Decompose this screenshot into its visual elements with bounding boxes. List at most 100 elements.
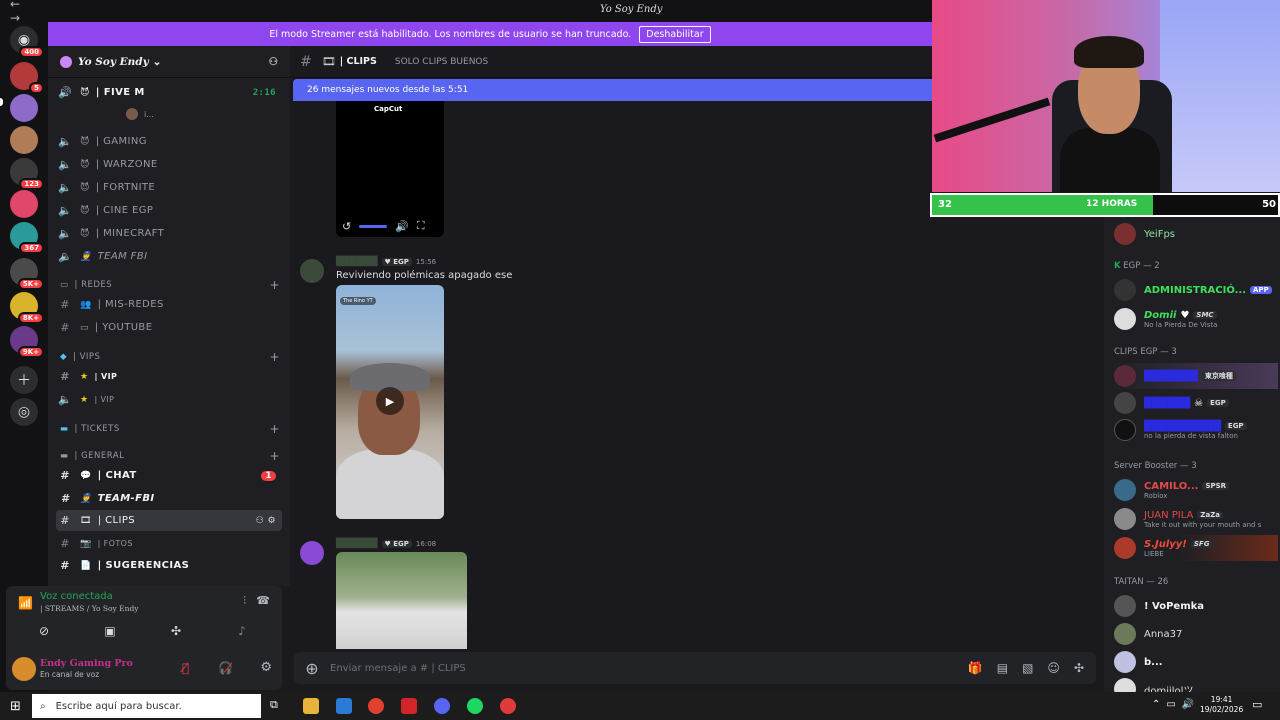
invite-icon[interactable]: ⚇	[269, 56, 278, 68]
voice-channel-name[interactable]: | STREAMS / Yo Soy Endy	[40, 604, 139, 613]
gift-icon[interactable]: 🎁	[968, 661, 983, 675]
apps-icon[interactable]: ✣	[1074, 661, 1084, 675]
voice-channel-warzone[interactable]: 🔈 😈 | WARZONE	[56, 154, 282, 175]
taskbar-search[interactable]: ⌕ Escribe aquí para buscar.	[32, 694, 261, 718]
channel-vip[interactable]: # ★ | VIP	[56, 366, 282, 387]
emoji-icon[interactable]: ☺	[1047, 661, 1060, 675]
server-icon[interactable]	[10, 94, 38, 122]
server-icon[interactable]: 5	[10, 62, 44, 94]
server-folder[interactable]: 5K+	[10, 258, 44, 290]
chrome-icon[interactable]	[368, 698, 384, 714]
video-thumbnail[interactable]: The Rino YT ▶	[336, 285, 444, 519]
deafen-icon[interactable]: 🎧̸	[218, 661, 233, 675]
member-item[interactable]: ██████████ EGP no la pierda de vista falt…	[1114, 417, 1278, 443]
member-item[interactable]: YeiFps	[1114, 221, 1278, 247]
video-player[interactable]: CapCut ↺ 🔊 ⛶	[336, 101, 444, 237]
volume-slider[interactable]	[359, 224, 388, 228]
system-tray[interactable]: ⌃▭🔊	[1152, 699, 1200, 710]
activities-button[interactable]: ✣	[146, 621, 206, 641]
add-channel-icon[interactable]: +	[269, 422, 280, 436]
server-icon[interactable]: 367	[10, 222, 44, 254]
message-input[interactable]: Enviar mensaje a # | CLIPS	[330, 663, 968, 674]
file-explorer-icon[interactable]	[303, 698, 319, 714]
member-item[interactable]: S.Julyy! SFG LIEBE	[1114, 535, 1278, 561]
replay-icon[interactable]: ↺	[342, 220, 351, 233]
guild-header[interactable]: Yo Soy Endy ⌄ ⚇	[48, 46, 290, 78]
screen-share-button[interactable]: ▣	[80, 621, 140, 641]
username-redacted[interactable]: ██████	[336, 257, 378, 267]
member-item[interactable]: ███████ 東京喰種	[1114, 363, 1278, 389]
channel-team-fbi[interactable]: # 👮 TEAM-FBI	[56, 488, 282, 509]
category-vips[interactable]: ◆ | VIPS +	[60, 348, 280, 366]
member-item[interactable]: ADMINISTRACIÓ... APP	[1114, 277, 1278, 303]
voice-channel-cine[interactable]: 🔈 😈 | CINE EGP	[56, 200, 282, 221]
add-channel-icon[interactable]: +	[269, 278, 280, 292]
fullscreen-icon[interactable]: ⛶	[417, 219, 425, 233]
voice-channel-vip[interactable]: 🔈 ★ | VIP	[56, 389, 282, 410]
discover-button[interactable]: ◎	[10, 398, 38, 426]
camera-off-button[interactable]: ⊘	[14, 621, 74, 641]
new-messages-bar[interactable]: 26 mensajes nuevos desde las 5:51	[293, 79, 932, 101]
category-redes[interactable]: ▭ | REDES +	[60, 276, 280, 294]
category-tickets[interactable]: ▬ | TICKETS +	[60, 420, 280, 438]
image-attachment[interactable]	[336, 552, 467, 649]
server-icon[interactable]	[10, 126, 38, 154]
gif-icon[interactable]: ▤	[997, 661, 1008, 675]
noise-suppression-icon[interactable]: ⫶	[243, 594, 246, 608]
server-icon[interactable]	[10, 190, 38, 218]
play-icon[interactable]: ▶	[376, 387, 404, 415]
mute-icon[interactable]: 🎙̸	[182, 661, 189, 675]
disconnect-icon[interactable]: ☎	[256, 594, 270, 607]
member-item[interactable]: ██████ ☠ EGP	[1114, 390, 1278, 416]
acrobat-icon[interactable]	[401, 698, 417, 714]
user-name[interactable]: Endy Gaming Pro	[40, 658, 133, 669]
member-item[interactable]: domiilolツ	[1114, 676, 1278, 692]
voice-status[interactable]: Voz conectada	[40, 591, 113, 602]
channel-clips[interactable]: # 🎞 | CLIPS ⚇ ⚙	[56, 510, 282, 531]
notifications-icon[interactable]: ▭	[1252, 698, 1268, 714]
avatar[interactable]	[300, 541, 324, 565]
home-button[interactable]: ◉ 400	[10, 26, 44, 58]
member-item[interactable]: b...	[1114, 649, 1278, 675]
spotify-icon[interactable]	[467, 698, 483, 714]
channel-topic[interactable]: SOLO CLIPS BUENOS	[395, 57, 488, 67]
member-item[interactable]: ! VoPemka	[1114, 593, 1278, 619]
voice-channel-team-fbi[interactable]: 🔈 👮 TEAM FBI	[56, 246, 282, 267]
sticker-icon[interactable]: ▧	[1022, 661, 1033, 675]
member-item[interactable]: Domii ♥ SMC No la Pierda De Vista	[1114, 306, 1278, 332]
discord-taskbar-icon[interactable]	[434, 698, 450, 714]
signal-icon[interactable]: 📶	[18, 596, 33, 610]
store-icon[interactable]	[336, 698, 352, 714]
app-icon[interactable]	[500, 698, 516, 714]
server-icon[interactable]: 123	[10, 158, 44, 190]
server-folder[interactable]: 9K+	[10, 326, 44, 358]
voice-channel-fortnite[interactable]: 🔈 😈 | FORTNITE	[56, 177, 282, 198]
windows-start-icon[interactable]: ⊞	[10, 699, 21, 714]
channel-youtube[interactable]: # ▭ | YOUTUBE	[56, 317, 282, 338]
avatar[interactable]	[12, 657, 36, 681]
voice-channel-gaming[interactable]: 🔈 😈 | GAMING	[56, 131, 282, 152]
disable-streamer-button[interactable]: Deshabilitar	[639, 25, 711, 43]
member-item[interactable]: Anna37	[1114, 621, 1278, 647]
attach-plus-icon[interactable]: ⊕	[294, 659, 330, 678]
gear-icon[interactable]: ⚙	[260, 660, 272, 675]
voice-user[interactable]: i...	[126, 108, 154, 120]
add-server-button[interactable]: ＋	[10, 366, 38, 394]
volume-icon[interactable]: 🔊	[395, 220, 409, 233]
soundboard-button[interactable]: ♪	[212, 621, 272, 641]
category-general[interactable]: ▬ | GENERAL +	[60, 447, 280, 465]
settings-icon[interactable]: ⚇ ⚙	[256, 516, 276, 526]
taskbar-clock[interactable]: 19:41 19/02/2026	[1200, 695, 1243, 715]
channel-mis-redes[interactable]: # 👥 | MIS-REDES	[56, 294, 282, 315]
server-folder[interactable]: 8K+	[10, 292, 44, 324]
voice-channel-five-m[interactable]: 🔊 😈 | FIVE M 2:16	[56, 82, 282, 103]
channel-chat[interactable]: # 💬 | CHAT 1	[56, 465, 282, 486]
username-redacted[interactable]: ██████	[336, 539, 378, 549]
channel-sugerencias[interactable]: # 📄 | SUGERENCIAS	[56, 555, 282, 576]
add-channel-icon[interactable]: +	[269, 350, 280, 364]
add-channel-icon[interactable]: +	[269, 449, 280, 463]
member-item[interactable]: JUAN PILA ZaZa Take it out with your mout…	[1114, 506, 1278, 532]
member-item[interactable]: CAMILO... SPSR Roblox	[1114, 477, 1278, 503]
avatar[interactable]	[300, 259, 324, 283]
voice-channel-minecraft[interactable]: 🔈 😈 | MINECRAFT	[56, 223, 282, 244]
